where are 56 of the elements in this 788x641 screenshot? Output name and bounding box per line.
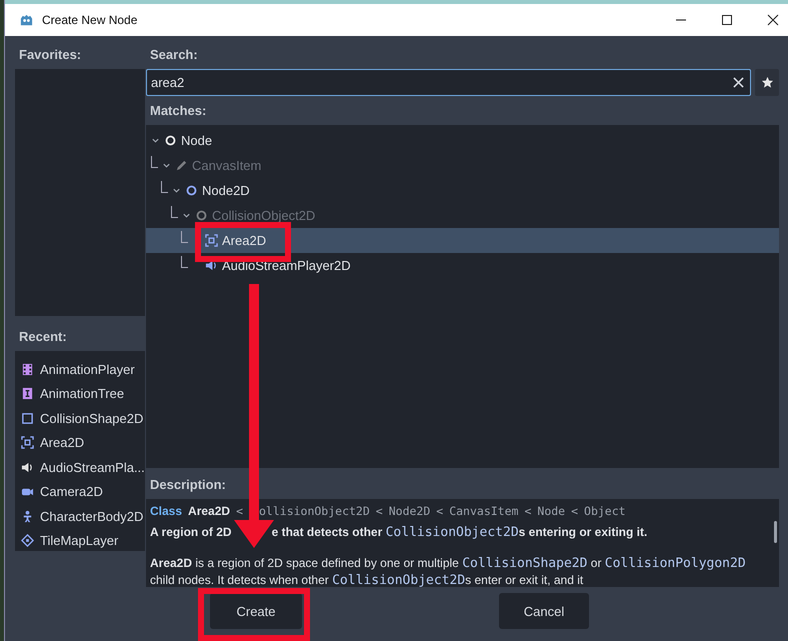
- matches-label: Matches:: [149, 102, 208, 120]
- film-icon: [21, 362, 34, 376]
- scrollbar-thumb[interactable]: [774, 521, 776, 543]
- recent-item[interactable]: AnimationTree: [15, 382, 145, 406]
- caret-icon[interactable]: [151, 136, 160, 145]
- recent-item[interactable]: AudioStreamPla...: [15, 455, 145, 480]
- cancel-button[interactable]: Cancel: [499, 593, 589, 629]
- class-keyword: Class: [150, 504, 182, 518]
- create-button[interactable]: Create: [210, 593, 302, 629]
- recent-item[interactable]: Camera2D: [15, 480, 145, 504]
- parent-class-link[interactable]: Node: [537, 504, 566, 518]
- app-icon: [19, 12, 34, 28]
- inherits-separator: <: [376, 504, 383, 518]
- maximize-icon[interactable]: [721, 14, 733, 26]
- recent-item[interactable]: AnimationPlayer: [15, 357, 145, 382]
- circle-icon: [195, 209, 208, 222]
- search-label: Search:: [149, 46, 199, 64]
- speaker-icon: [21, 460, 34, 474]
- parent-class-link[interactable]: CanvasItem: [449, 504, 518, 518]
- person-icon: [21, 510, 34, 523]
- star-icon: [760, 76, 774, 89]
- recent-label: Recent:: [18, 328, 68, 346]
- description-label: Description:: [149, 476, 227, 494]
- recent-item[interactable]: CharacterBody2D: [15, 504, 145, 528]
- parent-class-link[interactable]: Object: [584, 504, 626, 518]
- area-icon: [21, 436, 34, 450]
- close-icon[interactable]: [767, 14, 779, 26]
- description-paragraph: A region of 2D e that detects other CollisionObject2Ds entering or exiting it.: [150, 524, 648, 541]
- class-link[interactable]: CollisionShape2D: [462, 556, 588, 571]
- favorite-button[interactable]: [755, 69, 779, 96]
- description-paragraph: Area2D is a region of 2D space defined by one or multiple CollisionShape2D or CollisionPolygon2D child nodes. It detects when other CollisionObject2Ds enter or exit it, and it: [150, 555, 747, 587]
- circle-icon: [164, 134, 177, 147]
- search-bar[interactable]: area2: [146, 69, 751, 96]
- pencil-icon: [175, 159, 188, 172]
- inherits-separator: <: [571, 504, 578, 518]
- class-link[interactable]: CollisionPolygon2D: [604, 556, 746, 571]
- inherits-separator: <: [236, 504, 243, 518]
- window-title: Create New Node: [42, 13, 138, 27]
- recent-item[interactable]: CollisionShape2D: [15, 406, 145, 430]
- parent-class-link[interactable]: ollisionObject2D: [259, 504, 370, 518]
- inherits-separator: <: [524, 504, 532, 518]
- recent-item[interactable]: Area2D: [15, 430, 145, 455]
- recent-item[interactable]: TileMapLayer: [15, 528, 145, 553]
- class-link[interactable]: CollisionObject2D: [386, 525, 519, 540]
- speaker-icon: [205, 259, 218, 272]
- favorites-label: Favorites:: [18, 46, 82, 64]
- clear-icon[interactable]: [733, 77, 744, 88]
- tree-item[interactable]: Node: [146, 128, 779, 153]
- parent-class-link[interactable]: Node2D: [388, 504, 430, 518]
- square-icon: [21, 412, 34, 425]
- area-icon: [205, 234, 218, 247]
- class-name: Area2D: [188, 504, 230, 518]
- inherits-separator: <: [436, 504, 444, 518]
- class-link[interactable]: CollisionObject2D: [332, 573, 466, 587]
- circle-icon: [185, 184, 198, 197]
- search-field[interactable]: area2: [151, 75, 733, 90]
